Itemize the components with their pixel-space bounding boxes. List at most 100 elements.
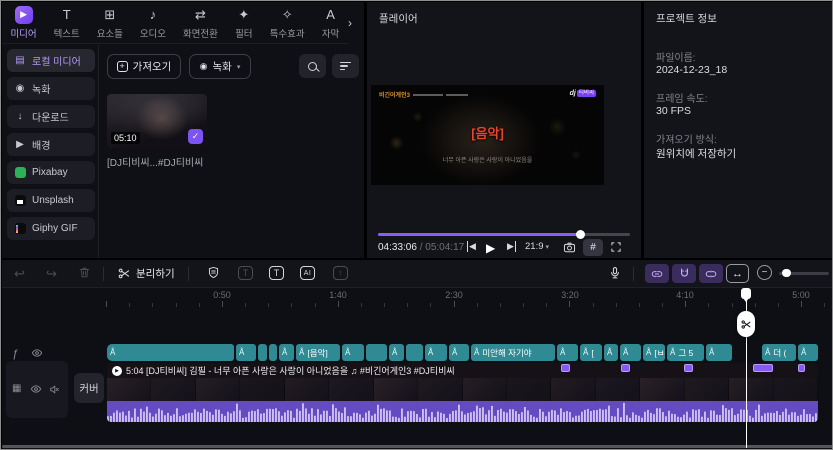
subtitle-segment[interactable] (406, 344, 423, 361)
record-dropdown[interactable]: ◉ 녹화 ▾ (189, 54, 251, 79)
sidebar-item-download[interactable]: ↓ 다운로드 (7, 105, 95, 128)
ruler-tick (453, 301, 455, 307)
tab-captions[interactable]: A 자막 (313, 2, 348, 43)
prev-frame-button[interactable]: ◀ (467, 241, 476, 252)
tab-media[interactable]: ▶ 미디어 (2, 2, 45, 43)
text-track-visibility-toggle[interactable] (31, 347, 43, 359)
link-toggle[interactable] (645, 264, 669, 283)
playhead-handle[interactable] (741, 288, 751, 302)
player-progress-bar[interactable] (378, 229, 630, 239)
info-field-value: 2024-12-23_18 (656, 64, 728, 76)
subtitle-segment[interactable]: Å (342, 344, 364, 361)
fit-timeline-button[interactable]: ↔ (726, 264, 749, 283)
clip-marker[interactable] (798, 364, 805, 372)
ruler-tick (268, 303, 270, 307)
clip-marker[interactable] (753, 364, 773, 372)
delete-button[interactable] (78, 266, 91, 279)
zoom-slider-knob[interactable] (782, 268, 791, 278)
sort-button[interactable] (332, 54, 359, 78)
text-clip-icon: Å (474, 347, 480, 357)
tab-text[interactable]: T 텍스트 (45, 2, 88, 43)
undo-button[interactable]: ↩ (14, 266, 25, 282)
subtitle-segment[interactable] (366, 344, 387, 361)
subtitle-segment[interactable]: Å (279, 344, 294, 361)
redo-button[interactable]: ↪ (46, 266, 57, 282)
split-button[interactable]: 분리하기 (118, 266, 175, 281)
clip-marker[interactable] (684, 364, 693, 372)
extract-button[interactable]: ↑ (333, 266, 348, 280)
import-button[interactable]: + 가져오기 (107, 54, 181, 79)
zoom-out-button[interactable]: − (757, 265, 772, 280)
clip-marker[interactable] (621, 364, 630, 372)
text-track-effect-toggle[interactable]: ƒ (12, 348, 18, 360)
chevron-down-icon: ▾ (236, 63, 241, 71)
tab-transition[interactable]: ⇄ 화면전환 (175, 2, 227, 43)
subtitle-segment[interactable]: Å더 ( (762, 344, 796, 361)
cover-button[interactable]: 커버 (74, 373, 104, 403)
filmstrip-frame (240, 378, 285, 401)
unlink-toggle[interactable] (699, 264, 723, 283)
magnet-toggle[interactable] (672, 264, 696, 283)
sidebar-item-giphy[interactable]: Giphy GIF (7, 217, 95, 240)
play-button[interactable]: ▶ (486, 241, 495, 255)
tab-audio[interactable]: ♪ 오디오 (131, 2, 174, 43)
snapshot-button[interactable] (563, 241, 576, 254)
aspect-ratio-dropdown[interactable]: 21:9 ▾ (525, 241, 549, 252)
tab-label: 자막 (321, 28, 340, 40)
sidebar-item-pixabay[interactable]: Pixabay (7, 161, 95, 184)
subtitle-segment[interactable]: Å (449, 344, 469, 361)
subtitle-segment[interactable]: Å그 5 (667, 344, 704, 361)
template-button[interactable] (207, 266, 220, 279)
clip-marker[interactable] (561, 364, 570, 372)
top-nav: ▶ 미디어 T 텍스트 ⊞ 요소들 ♪ 오디오 ⇄ 화면전환 ✦ 필터 ✧ 특수효과 A 자막 (2, 2, 348, 44)
subtitle-segment[interactable]: Å (557, 344, 578, 361)
playhead-split-button[interactable] (737, 311, 755, 337)
subtitle-segment[interactable]: Å 미안해 자기야 (471, 344, 555, 361)
video-preview[interactable]: 비긴어게인3 dj 티비씨 [음악] 너무 아픈 사랑은 사랑이 아니었음을 (371, 85, 604, 185)
video-clip[interactable]: ▶ 5:04 [DJ티비씨] 김필 - 너무 아픈 사랑은 사랑이 아니었음을 … (107, 363, 818, 422)
subtitle-segment[interactable]: Å (389, 344, 404, 361)
sidebar-item-record[interactable]: ◉ 녹화 (7, 77, 95, 100)
filmstrip-frame (595, 378, 641, 401)
nav-more-button[interactable]: › (348, 12, 362, 34)
video-track-mute-toggle[interactable] (49, 384, 60, 395)
tab-effects[interactable]: ✧ 특수효과 (261, 2, 313, 43)
ruler-label: 2:30 (445, 290, 463, 300)
playhead[interactable] (737, 288, 755, 448)
sidebar-item-background[interactable]: ▶ 배경 (7, 133, 95, 156)
subtitle-segment[interactable]: Å (798, 344, 818, 361)
film-track-icon[interactable]: ▦ (12, 383, 21, 394)
subtitle-segment[interactable]: Å (107, 344, 234, 361)
progress-knob[interactable] (576, 229, 586, 239)
subtitle-segment[interactable]: Å [음악] (296, 344, 340, 361)
subtitle-segment[interactable]: Å[ (580, 344, 602, 361)
ai-caption-button[interactable]: AI (300, 266, 315, 280)
timeline-zoom-slider[interactable] (779, 268, 829, 278)
subtitle-segment[interactable]: Å (706, 344, 732, 361)
tab-elements[interactable]: ⊞ 요소들 (88, 2, 131, 43)
sidebar-item-local-media[interactable]: ▤ 로컬 미디어 (7, 49, 95, 72)
subtitle-segment[interactable]: Å (604, 344, 618, 361)
subtitle-segment[interactable]: Å [ㅂ (643, 344, 665, 361)
video-track-visibility-toggle[interactable] (30, 383, 42, 395)
add-text-button[interactable]: T (269, 266, 284, 280)
subtitle-segment[interactable]: Å (425, 344, 447, 361)
subtitle-segment[interactable] (258, 344, 267, 361)
sidebar-item-unsplash[interactable]: Unsplash (7, 189, 95, 212)
voiceover-button[interactable] (608, 266, 622, 280)
grid-toggle-button[interactable]: # (583, 239, 603, 256)
subtitle-segment[interactable] (269, 344, 277, 361)
sidebar-item-label: 다운로드 (32, 113, 69, 124)
media-icon: ▶ (14, 5, 33, 24)
fullscreen-button[interactable] (610, 241, 622, 253)
subtitle-segment[interactable]: Å (620, 344, 641, 361)
horizontal-scrollbar[interactable] (2, 445, 832, 448)
text-template-button[interactable]: T (238, 266, 253, 280)
ruler-tick (801, 301, 803, 307)
next-frame-button[interactable]: ▶ (507, 241, 516, 252)
tab-filter[interactable]: ✦ 필터 (226, 2, 261, 43)
subtitle-segment[interactable]: Å (236, 344, 256, 361)
search-button[interactable] (299, 54, 326, 78)
sidebar-item-label: Giphy GIF (32, 223, 78, 234)
media-item[interactable]: 05:10 ✓ [DJ티비씨...#DJ티비씨 (107, 94, 207, 169)
